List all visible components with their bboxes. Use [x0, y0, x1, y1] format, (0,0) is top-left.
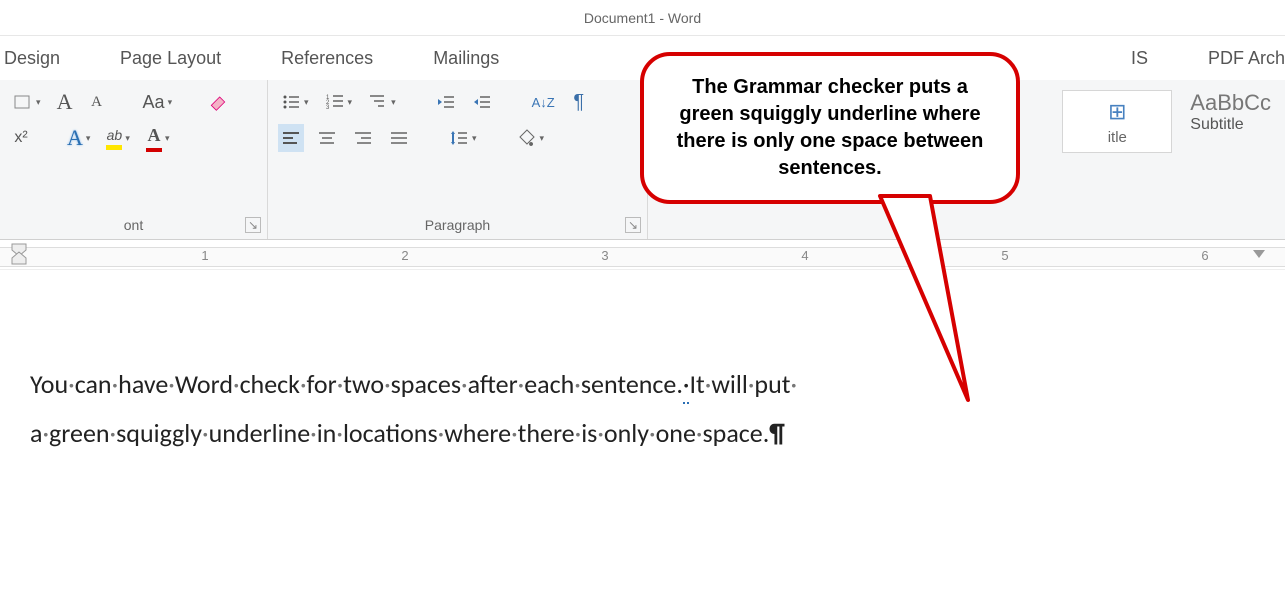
font-color-icon: A [147, 125, 160, 146]
callout-text: The Grammar checker puts a green squiggl… [677, 76, 984, 179]
style-subtitle-preview: AaBbCc [1190, 90, 1271, 116]
tab-references[interactable]: References [281, 48, 373, 69]
group-styles: ⊞ itle AaBbCc Subtitle [1048, 80, 1285, 239]
align-left-icon [281, 128, 301, 148]
align-left-button[interactable] [278, 124, 304, 152]
multilevel-icon [368, 92, 388, 112]
font-dialog-launcher[interactable]: ↘ [245, 217, 261, 233]
font-size-icon [13, 92, 33, 112]
clear-formatting-button[interactable] [205, 88, 231, 116]
bullets-icon [281, 92, 301, 112]
font-size-dropdown[interactable] [10, 88, 44, 116]
text-effects-button[interactable]: A [64, 124, 93, 152]
increase-indent-button[interactable] [469, 88, 495, 116]
horizontal-ruler[interactable]: 1 2 3 4 5 6 [0, 240, 1285, 270]
svg-text:3: 3 [326, 105, 330, 111]
align-center-icon [317, 128, 337, 148]
text-effects-icon: A [67, 125, 83, 151]
group-paragraph: 1 2 3 [268, 80, 648, 239]
show-hide-marks-button[interactable]: ¶ [568, 88, 590, 116]
font-color-button[interactable]: A [143, 124, 173, 152]
tab-design[interactable]: Design [4, 48, 60, 69]
group-label-font: ont [0, 217, 267, 233]
outdent-icon [436, 92, 456, 112]
style-preview-icon: ⊞ [1108, 99, 1126, 125]
annotation-callout: The Grammar checker puts a green squiggl… [640, 52, 1020, 204]
ruler-mark-1: 1 [201, 248, 208, 263]
right-margin-marker[interactable] [1253, 250, 1265, 258]
tab-review-fragment[interactable]: IS [1131, 48, 1148, 69]
line-spacing-button[interactable] [446, 124, 480, 152]
group-label-paragraph: Paragraph [268, 217, 647, 233]
justify-button[interactable] [386, 124, 412, 152]
multilevel-list-button[interactable] [365, 88, 399, 116]
indent-marker[interactable] [10, 242, 28, 269]
change-case-button[interactable]: Aa [140, 88, 176, 116]
highlight-color-swatch [106, 145, 122, 150]
highlight-button[interactable]: ab [103, 124, 133, 152]
tab-mailings[interactable]: Mailings [433, 48, 499, 69]
eraser-icon [208, 92, 228, 112]
callout-pointer [870, 192, 1030, 412]
ruler-track [0, 247, 1285, 267]
ruler-mark-3: 3 [601, 248, 608, 263]
document-body[interactable]: You·can·have·Word·check·for·two·spaces·a… [0, 270, 1285, 489]
paragraph-text: You·can·have·Word·check·for·two·spaces·a… [30, 360, 1255, 459]
ruler-mark-4: 4 [801, 248, 808, 263]
highlight-icon: ab [107, 127, 123, 143]
shading-button[interactable] [514, 124, 548, 152]
ruler-mark-2: 2 [401, 248, 408, 263]
sort-button[interactable]: A↓Z [529, 88, 558, 116]
group-font: A A Aa x² A ab [0, 80, 268, 239]
style-tile-title[interactable]: ⊞ itle [1062, 90, 1172, 153]
style-subtitle-label: Subtitle [1190, 116, 1243, 134]
decrease-indent-button[interactable] [433, 88, 459, 116]
superscript-button[interactable]: x² [10, 124, 32, 152]
bullets-button[interactable] [278, 88, 312, 116]
title-bar: Document1 - Word [0, 0, 1285, 36]
tab-page-layout[interactable]: Page Layout [120, 48, 221, 69]
numbering-icon: 1 2 3 [325, 92, 345, 112]
style-tile-subtitle[interactable]: AaBbCc Subtitle [1190, 90, 1271, 134]
shading-icon [517, 128, 537, 148]
align-center-button[interactable] [314, 124, 340, 152]
grow-font-button[interactable]: A [54, 88, 76, 116]
ruler-mark-6: 6 [1201, 248, 1208, 263]
callout-bubble: The Grammar checker puts a green squiggl… [640, 52, 1020, 204]
tab-pdf[interactable]: PDF Arch [1208, 48, 1285, 69]
shrink-font-button[interactable]: A [86, 88, 108, 116]
style-tile-label: itle [1108, 129, 1127, 146]
numbering-button[interactable]: 1 2 3 [322, 88, 356, 116]
justify-icon [389, 128, 409, 148]
align-right-button[interactable] [350, 124, 376, 152]
window-title: Document1 - Word [584, 10, 701, 26]
pilcrow-icon: ¶ [769, 417, 785, 449]
indent-icon [472, 92, 492, 112]
paragraph-dialog-launcher[interactable]: ↘ [625, 217, 641, 233]
line-spacing-icon [449, 128, 469, 148]
align-right-icon [353, 128, 373, 148]
font-color-swatch [146, 148, 162, 152]
